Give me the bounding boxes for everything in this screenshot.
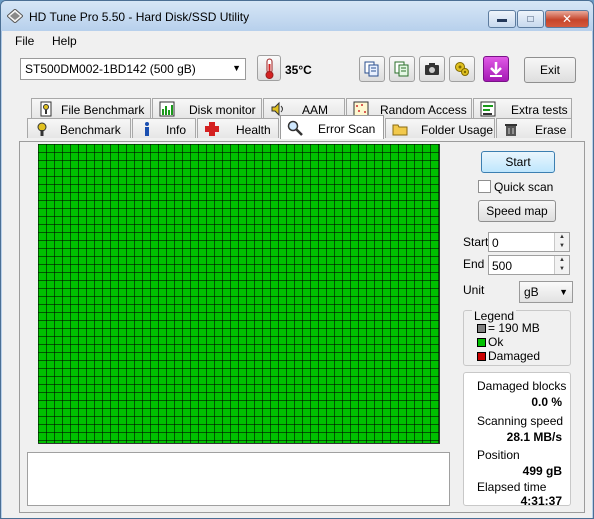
damaged-blocks-label: Damaged blocks	[477, 379, 567, 393]
ok-label: Ok	[488, 335, 504, 349]
position-value: 499 gB	[522, 464, 562, 478]
block-size-swatch	[477, 324, 486, 333]
damaged-swatch	[477, 352, 486, 361]
tab-label: Health	[236, 123, 271, 137]
block-size-label: = 190 MB	[488, 321, 540, 335]
tab-label: Disk monitor	[189, 103, 256, 117]
start-scan-button[interactable]: Start	[481, 151, 555, 173]
drive-dropdown[interactable]: ST500DM002-1BD142 (500 gB) ▼	[20, 58, 246, 80]
chevron-down-icon: ▼	[232, 63, 241, 73]
elapsed-time-label: Elapsed time	[477, 480, 547, 494]
benchmark-icon	[37, 122, 47, 136]
end-position-field[interactable]: 500 ▲ ▼	[488, 255, 570, 275]
magnifier-icon	[287, 120, 303, 136]
thermometer-icon	[265, 58, 274, 79]
tab-label: Folder Usage	[421, 123, 494, 137]
tab-label: Error Scan	[318, 122, 376, 136]
save-button[interactable]	[483, 56, 509, 82]
tab-label: Random Access	[380, 103, 467, 117]
minimize-icon: ▬	[497, 13, 507, 25]
menu-help[interactable]: Help	[52, 34, 77, 48]
quick-scan-label: Quick scan	[494, 180, 554, 194]
scan-stats-box: Damaged blocks 0.0 % Scanning speed 28.1…	[463, 372, 571, 508]
close-icon: ✕	[561, 12, 573, 26]
copy-all-button[interactable]	[389, 56, 415, 82]
window-title: HD Tune Pro 5.50 - Hard Disk/SSD Utility	[29, 10, 250, 24]
tab-file-benchmark[interactable]: File Benchmark	[31, 98, 151, 118]
screenshot-button[interactable]	[419, 56, 445, 82]
tab-extra-tests[interactable]: Extra tests	[473, 98, 572, 118]
trash-icon	[505, 124, 517, 136]
folder-icon	[392, 124, 408, 136]
unit-label: Unit	[463, 283, 485, 297]
temperature-readout: 35°C	[285, 63, 312, 77]
menu-file[interactable]: File	[15, 34, 34, 48]
drive-dropdown-value: ST500DM002-1BD142 (500 gB)	[25, 62, 196, 76]
start-field-label: Start	[463, 235, 489, 249]
maximize-icon: □	[527, 13, 534, 25]
tab-label: Extra tests	[511, 103, 568, 117]
tab-health[interactable]: Health	[197, 118, 279, 138]
copy-green-document-icon	[394, 61, 409, 77]
file-benchmark-icon	[40, 101, 52, 117]
tab-label: Benchmark	[60, 123, 121, 137]
scanning-speed-value: 28.1 MB/s	[506, 430, 562, 444]
tab-erase[interactable]: Erase	[496, 118, 572, 138]
tab-disk-monitor[interactable]: Disk monitor	[152, 98, 262, 118]
error-scan-panel: Start Quick scan Speed map Start 0 ▲ ▼ En…	[19, 141, 585, 513]
speed-map-button[interactable]: Speed map	[478, 200, 556, 222]
tab-benchmark[interactable]: Benchmark	[27, 118, 131, 138]
maximize-button[interactable]: □	[517, 10, 544, 28]
exit-button[interactable]: Exit	[524, 57, 576, 83]
tab-error-scan[interactable]: Error Scan	[280, 115, 384, 139]
legend-box: Legend = 190 MB Ok Damaged	[463, 309, 571, 366]
scan-log-box[interactable]	[27, 452, 450, 506]
unit-dropdown[interactable]: gB ▼	[519, 281, 573, 303]
damaged-blocks-value: 0.0 %	[531, 395, 562, 409]
tab-info[interactable]: Info	[132, 118, 196, 138]
app-window: HD Tune Pro 5.50 - Hard Disk/SSD Utility…	[0, 0, 594, 519]
end-position-value: 500	[492, 259, 513, 273]
tab-label: Info	[166, 123, 187, 137]
camera-icon	[425, 63, 439, 75]
client-area: ST500DM002-1BD142 (500 gB) ▼ 35°C Exit F…	[2, 51, 592, 518]
tab-label: File Benchmark	[61, 103, 145, 117]
health-cross-icon	[205, 122, 219, 136]
ok-swatch	[477, 338, 486, 347]
position-label: Position	[477, 448, 520, 462]
disk-monitor-icon	[159, 101, 175, 117]
unit-dropdown-value: gB	[524, 285, 539, 299]
extra-tests-icon	[480, 101, 496, 117]
temperature-button[interactable]	[257, 55, 281, 81]
title-bar[interactable]: HD Tune Pro 5.50 - Hard Disk/SSD Utility…	[1, 1, 593, 31]
info-icon	[145, 122, 149, 136]
chevron-down-icon: ▼	[559, 287, 568, 297]
spin-arrows-icon[interactable]: ▲ ▼	[554, 233, 569, 251]
damaged-label: Damaged	[488, 349, 541, 363]
close-button[interactable]: ✕	[545, 10, 589, 28]
options-button[interactable]	[449, 56, 475, 82]
copy-document-icon	[364, 61, 379, 77]
app-diamond-icon	[7, 9, 23, 23]
tab-label: Erase	[535, 123, 567, 137]
tab-folder-usage[interactable]: Folder Usage	[385, 118, 495, 138]
quick-scan-checkbox[interactable]	[478, 180, 491, 193]
scan-block-map	[38, 144, 440, 444]
end-field-label: End	[463, 257, 485, 271]
start-position-value: 0	[492, 236, 499, 250]
elapsed-time-value: 4:31:37	[520, 494, 562, 508]
minimize-button[interactable]: ▬	[488, 10, 516, 28]
menu-bar: File Help	[2, 31, 592, 51]
scanning-speed-label: Scanning speed	[477, 414, 564, 428]
gears-icon	[455, 62, 469, 76]
spin-arrows-icon[interactable]: ▲ ▼	[554, 256, 569, 274]
copy-info-button[interactable]	[359, 56, 385, 82]
download-arrow-icon	[490, 62, 502, 77]
start-position-field[interactable]: 0 ▲ ▼	[488, 232, 570, 252]
